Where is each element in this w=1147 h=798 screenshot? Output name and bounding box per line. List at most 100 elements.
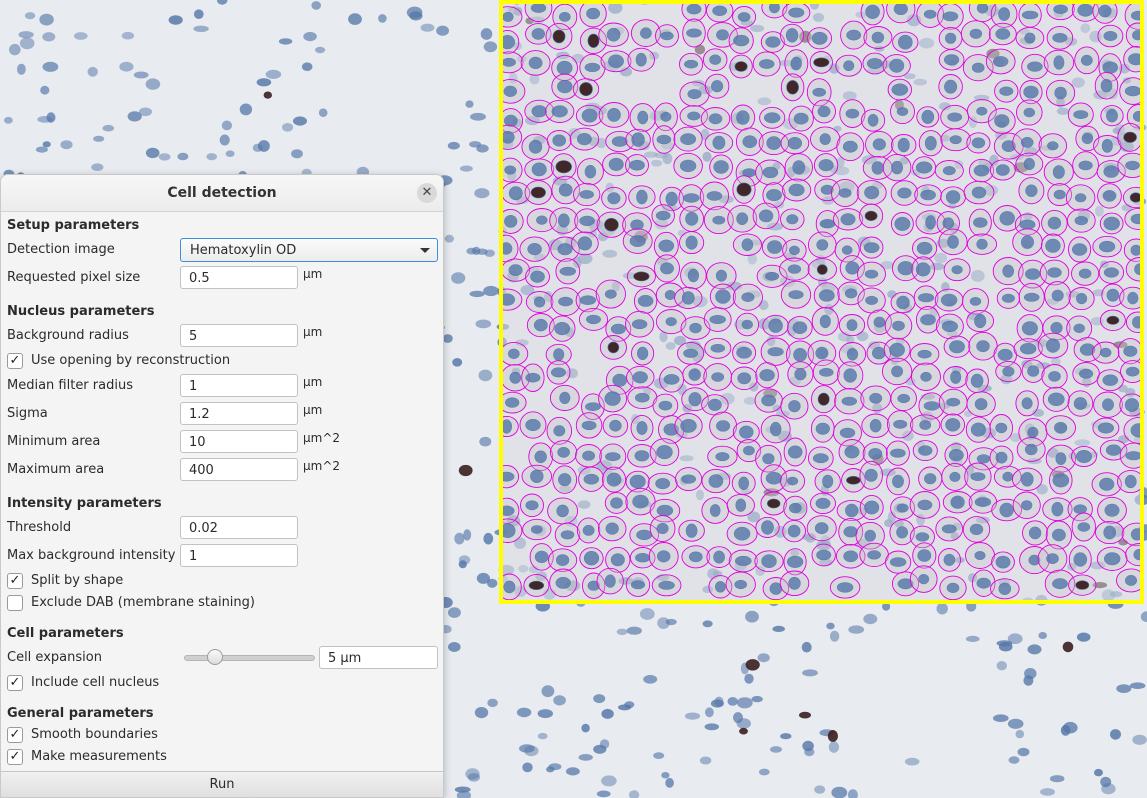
nucleus: [553, 695, 566, 706]
nucleus: [451, 272, 466, 284]
nucleus: [624, 701, 635, 709]
nucleus: [744, 673, 754, 684]
nucleus: [727, 697, 738, 706]
nucleus: [581, 723, 590, 733]
check-icon: ✓: [9, 749, 21, 764]
dab-nucleus: [745, 659, 760, 671]
section-setup-heading: Setup parameters: [7, 218, 140, 233]
nucleus: [1094, 768, 1103, 777]
nucleus: [448, 642, 461, 652]
nucleus: [548, 763, 562, 771]
dab-nucleus: [799, 711, 811, 719]
nucleus: [601, 775, 617, 787]
sigma-unit: µm: [303, 403, 323, 417]
nucleus: [541, 685, 555, 698]
nucleus: [145, 147, 160, 159]
nucleus: [904, 757, 920, 766]
make-measurements-checkbox[interactable]: ✓: [7, 749, 23, 765]
max-bg-intensity-input[interactable]: 1: [180, 544, 298, 567]
nucleus: [757, 653, 770, 663]
nucleus: [1101, 783, 1116, 795]
split-by-shape-label: Split by shape: [31, 573, 124, 588]
nucleus: [74, 32, 88, 40]
nucleus: [996, 640, 1013, 647]
nucleus: [177, 152, 189, 161]
sigma-input[interactable]: 1.2: [180, 402, 298, 425]
nucleus: [93, 135, 105, 142]
nucleus: [831, 786, 848, 798]
median-filter-input[interactable]: 1: [180, 374, 298, 397]
opening-checkbox[interactable]: ✓: [7, 353, 23, 369]
min-area-label: Minimum area: [7, 434, 101, 449]
nucleus: [1040, 788, 1055, 796]
nucleus: [1049, 775, 1065, 783]
nucleus: [1129, 682, 1146, 689]
nucleus: [102, 124, 115, 132]
close-icon[interactable]: ✕: [417, 183, 437, 203]
nucleus: [168, 15, 183, 25]
nucleus: [736, 697, 753, 709]
nucleus: [516, 707, 532, 718]
detection-image-dropdown[interactable]: Hematoxylin OD: [180, 238, 438, 262]
nucleus: [537, 732, 548, 740]
nucleus: [291, 149, 303, 159]
nucleus: [522, 762, 533, 773]
nucleus: [480, 28, 493, 40]
nucleus: [639, 608, 655, 620]
nucleus: [593, 694, 606, 704]
nucleus: [37, 116, 53, 123]
threshold-input[interactable]: 0.02: [180, 516, 298, 539]
nucleus: [1007, 718, 1024, 729]
cell-expansion-slider-thumb[interactable]: [206, 649, 223, 665]
nucleus: [221, 120, 232, 131]
nucleus: [315, 46, 326, 54]
cell-expansion-input[interactable]: 5 µm: [319, 646, 438, 669]
nucleus: [484, 249, 495, 257]
nucleus: [452, 358, 463, 367]
cell-expansion-slider[interactable]: [184, 655, 315, 661]
smooth-boundaries-checkbox[interactable]: ✓: [7, 727, 23, 743]
nucleus: [469, 290, 485, 298]
nucleus: [18, 31, 34, 39]
dab-nucleus: [827, 730, 839, 742]
nucleus: [206, 153, 217, 161]
opening-label: Use opening by reconstruction: [31, 353, 231, 368]
nucleus: [474, 707, 489, 719]
run-button[interactable]: Run: [1, 771, 443, 797]
check-icon: ✓: [9, 675, 21, 690]
nucleus: [458, 555, 471, 565]
nucleus: [483, 285, 499, 297]
nucleus: [599, 739, 610, 749]
split-by-shape-checkbox[interactable]: ✓: [7, 573, 23, 589]
dab-nucleus: [1062, 641, 1074, 653]
dialog-titlebar[interactable]: Cell detection ✕: [1, 175, 443, 212]
background-radius-input[interactable]: 5: [180, 324, 298, 347]
nucleus: [442, 334, 453, 343]
min-area-input[interactable]: 10: [180, 430, 298, 453]
median-filter-unit: µm: [303, 375, 323, 389]
nucleus: [772, 625, 785, 633]
nucleus: [780, 733, 792, 740]
max-area-label: Maximum area: [7, 462, 105, 477]
nucleus: [121, 31, 135, 40]
pixel-size-input[interactable]: 0.5: [180, 266, 298, 289]
selected-region-annotation[interactable]: [499, 0, 1144, 604]
nucleus: [318, 108, 328, 117]
dialog-title: Cell detection: [167, 185, 277, 201]
nucleus: [804, 747, 815, 757]
nucleus: [474, 188, 490, 199]
nucleus: [601, 708, 614, 719]
nucleus: [463, 529, 472, 541]
nucleus: [219, 134, 230, 146]
include-nucleus-checkbox[interactable]: ✓: [7, 675, 23, 691]
nucleus: [699, 756, 712, 765]
pixel-size-unit: µm: [303, 267, 323, 281]
max-area-input[interactable]: 400: [180, 458, 298, 481]
nucleus: [758, 768, 770, 776]
exclude-dab-checkbox[interactable]: [7, 595, 23, 611]
nucleus: [119, 61, 134, 72]
nucleus: [158, 153, 171, 161]
nucleus: [705, 707, 714, 718]
chevron-down-icon: [420, 248, 430, 253]
nucleus: [9, 43, 21, 56]
